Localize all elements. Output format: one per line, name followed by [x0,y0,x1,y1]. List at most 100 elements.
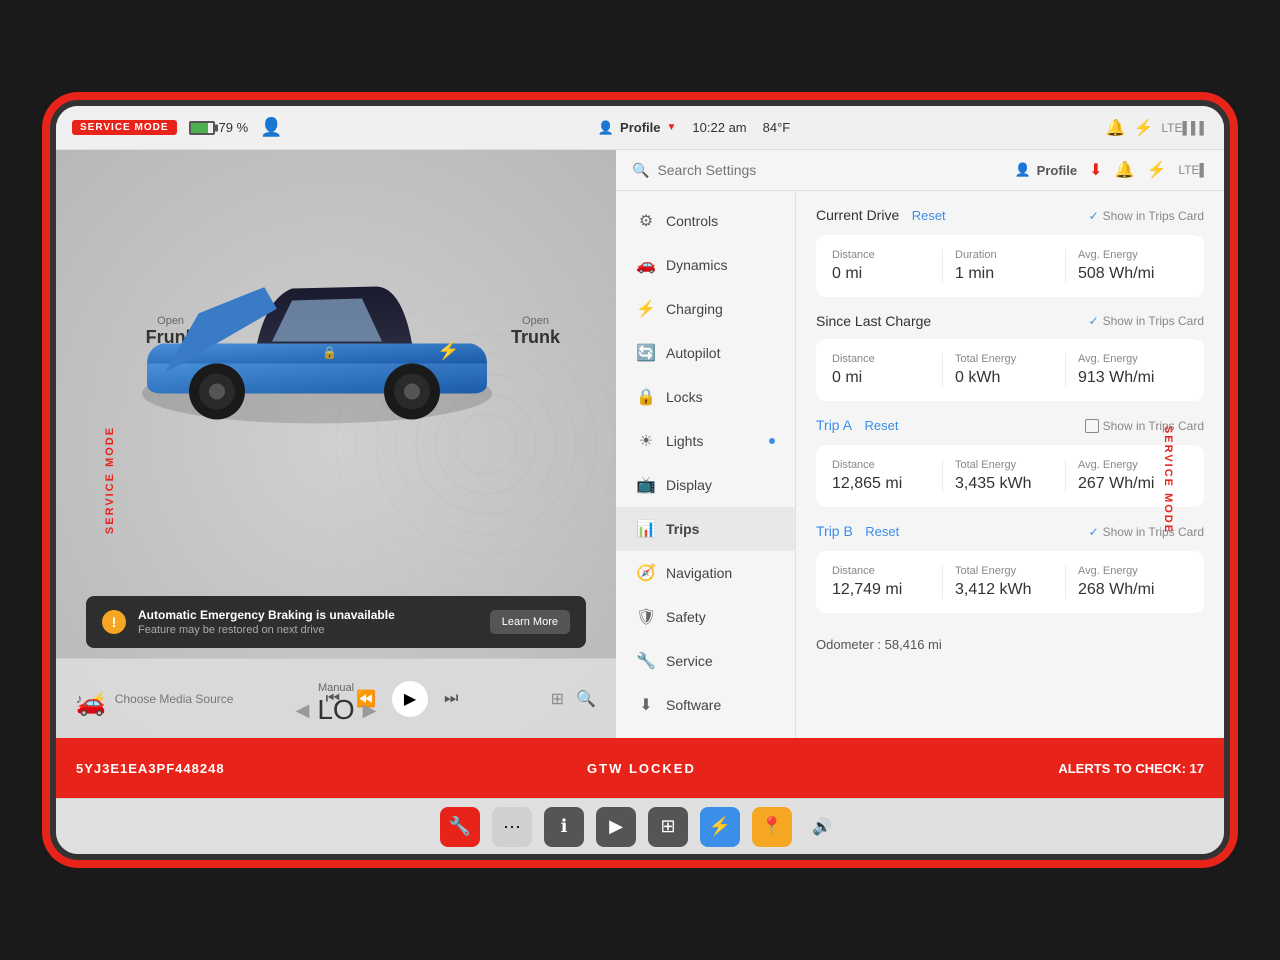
media-source-label[interactable]: Choose Media Source [115,692,234,706]
nav-item-dynamics[interactable]: 🚗 Dynamics [616,243,795,287]
gear-prev-arrow[interactable]: ◀ [295,700,309,721]
service-mode-left-label: SERVICE MODE [104,426,116,534]
avg-energy-value-2: 913 Wh/mi [1078,369,1176,387]
play-button[interactable]: ▶ [392,681,428,717]
duration-label: Duration [955,249,1053,261]
gear-next-arrow[interactable]: ▶ [363,700,377,721]
alert-warn-icon: ! [102,610,126,634]
distance-label-b: Distance [832,565,930,577]
profile-label: Profile [620,120,660,135]
volume-icon[interactable]: 🔊 [812,817,832,837]
search-input[interactable] [657,162,817,178]
bluetooth-icon[interactable]: ⚡ [1133,118,1153,138]
bell-icon[interactable]: 🔔 [1115,160,1135,180]
left-panel: Open Frunk Open Trunk [56,150,616,738]
show-trips-label-2: Show in Trips Card [1103,314,1204,328]
navigation-label: Navigation [666,565,732,581]
equalizer-icon[interactable]: ⊞ [551,689,564,709]
trunk-label[interactable]: Open Trunk [511,315,560,348]
nav-item-safety[interactable]: 🛡 Safety [616,595,795,639]
top-bar: SERVICE MODE 79 % 👤 👤 Profile ▼ 10:22 am… [56,106,1224,150]
current-drive-duration: Duration 1 min [955,249,1066,283]
gear-value: ◀ LO ▶ [295,694,376,726]
trips-label: Trips [666,521,699,537]
taskbar-info-button[interactable]: ℹ [544,807,584,847]
nav-item-navigation[interactable]: 🧭 Navigation [616,551,795,595]
nav-item-controls[interactable]: ⚙ Controls [616,199,795,243]
car-svg: ⚡ 🔒 [127,209,507,439]
alerts-count-label: ALERTS TO CHECK: 17 [1058,761,1204,776]
taskbar-location-button[interactable]: 📍 [752,807,792,847]
nav-item-software[interactable]: ⬇ Software [616,683,795,727]
profile-person-icon: 👤 [598,120,614,136]
current-drive-show-trips[interactable]: ✓ Show in Trips Card [1089,209,1204,223]
nav-item-trips[interactable]: 📊 Trips [616,507,795,551]
gtw-locked-label: GTW LOCKED [587,761,696,776]
dynamics-icon: 🚗 [636,255,656,275]
checked-icon-2: ✓ [1089,314,1099,328]
gear-current: LO [317,694,354,726]
alert-banner: ! Automatic Emergency Braking is unavail… [86,596,586,648]
show-in-trips-label: Show in Trips Card [1103,209,1204,223]
total-energy-label-b: Total Energy [955,565,1053,577]
display-icon: 📺 [636,475,656,495]
trip-b-total-energy: Total Energy 3,412 kWh [955,565,1066,599]
taskbar-grid-button[interactable]: ⊞ [648,807,688,847]
trunk-name: Trunk [511,327,560,347]
service-mode-badge: SERVICE MODE [72,120,177,135]
bluetooth-icon-header[interactable]: ⚡ [1146,160,1166,180]
since-charge-distance: Distance 0 mi [832,353,943,387]
taskbar-wrench-button[interactable]: 🔧 [440,807,480,847]
trip-b-reset-button[interactable]: Reset [865,524,899,539]
navigation-icon: 🧭 [636,563,656,583]
settings-content: ⚙ Controls 🚗 Dynamics ⚡ Charging 🔄 [616,191,1224,738]
download-icon[interactable]: ⬇ [1089,160,1102,180]
nav-item-locks[interactable]: 🔒 Locks [616,375,795,419]
since-last-charge-show-trips[interactable]: ✓ Show in Trips Card [1089,314,1204,328]
svg-text:🔒: 🔒 [322,346,337,360]
avg-energy-value-1: 508 Wh/mi [1078,265,1176,283]
current-drive-reset-button[interactable]: Reset [912,208,946,223]
current-drive-section: Current Drive Reset ✓ Show in Trips Card [816,207,1204,297]
search-media-icon[interactable]: 🔍 [576,689,596,709]
learn-more-button[interactable]: Learn More [490,610,570,634]
media-right: ⊞ 🔍 [551,689,596,709]
nav-item-autopilot[interactable]: 🔄 Autopilot [616,331,795,375]
total-energy-label-a: Total Energy [955,459,1053,471]
trip-b-show-trips[interactable]: ✓ Show in Trips Card [1089,525,1204,539]
nav-item-service[interactable]: 🔧 Service [616,639,795,683]
taskbar-play-button[interactable]: ▶ [596,807,636,847]
search-wrapper: 🔍 [632,162,1014,179]
trip-b-section: Trip B Reset ✓ Show in Trips Card [816,523,1204,613]
top-bar-left: SERVICE MODE 79 % 👤 [72,117,283,138]
taskbar-more-button[interactable]: ··· [492,807,532,847]
bottom-alert-bar: 5YJ3E1EA3PF448248 GTW LOCKED ALERTS TO C… [56,738,1224,798]
nav-item-charging[interactable]: ⚡ Charging [616,287,795,331]
car-status-icon[interactable]: 🚗 [76,689,106,718]
trip-b-header: Trip B Reset ✓ Show in Trips Card [816,523,1204,541]
nav-item-display[interactable]: 📺 Display [616,463,795,507]
taskbar-bluetooth-button[interactable]: ⚡ [700,807,740,847]
trip-a-reset-button[interactable]: Reset [865,418,899,433]
safety-icon: 🛡 [636,607,656,627]
signal-bars-icon: LTE▌ [1178,163,1208,177]
trip-a-checkbox[interactable] [1085,419,1099,433]
avg-energy-label-2: Avg. Energy [1078,353,1176,365]
since-last-charge-title: Since Last Charge [816,313,931,329]
profile-section[interactable]: 👤 Profile ▼ [598,120,677,136]
trip-a-distance: Distance 12,865 mi [832,459,943,493]
header-profile[interactable]: 👤 Profile [1014,162,1077,178]
nav-item-lights[interactable]: ☀ Lights [616,419,795,463]
signal-icon: LTE▌▌▌ [1161,121,1208,135]
trip-a-show-trips[interactable]: Show in Trips Card [1085,419,1204,433]
locks-icon: 🔒 [636,387,656,407]
skip-forward-button[interactable]: ⏭ [444,690,458,708]
alert-title: Automatic Emergency Braking is unavailab… [138,608,478,622]
since-last-charge-header: Since Last Charge ✓ Show in Trips Card [816,313,1204,329]
distance-label-2: Distance [832,353,930,365]
main-content: Open Frunk Open Trunk [56,150,1224,738]
since-last-charge-section: Since Last Charge ✓ Show in Trips Card D… [816,313,1204,401]
show-trips-label-a: Show in Trips Card [1103,419,1204,433]
notification-icon[interactable]: 🔔 [1106,118,1126,138]
service-label: Service [666,653,713,669]
